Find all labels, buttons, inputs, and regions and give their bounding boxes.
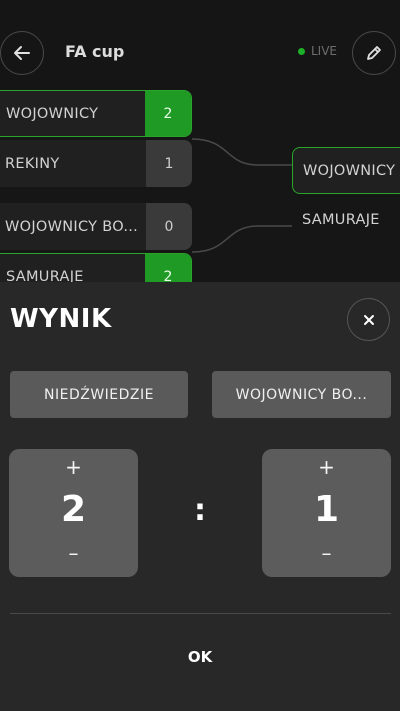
final-team2[interactable]: SAMURAJE — [292, 196, 400, 243]
match2-team1[interactable]: WOJOWNICY BO... 0 — [0, 203, 192, 250]
match1-team1[interactable]: WOJOWNICY 2 — [0, 90, 192, 137]
match1-team2[interactable]: REKINY 1 — [0, 140, 192, 187]
home-score-value: 2 — [60, 489, 87, 530]
divider — [10, 613, 391, 614]
away-score-stepper: + 1 – — [262, 449, 391, 577]
bracket: WOJOWNICY 2 REKINY 1 WOJOWNICY BO... 0 S… — [0, 0, 400, 300]
close-button[interactable] — [347, 298, 390, 341]
team-score: 0 — [146, 203, 192, 250]
team-name: WOJOWNICY — [6, 105, 99, 122]
team-score: 2 — [145, 91, 191, 136]
away-minus-button[interactable]: – — [262, 541, 391, 565]
away-score-value: 1 — [313, 489, 340, 530]
home-score-stepper: + 2 – — [9, 449, 138, 577]
ok-button[interactable]: OK — [150, 637, 250, 677]
score-sheet: WYNIK NIEDŹWIEDZIE WOJOWNICY BO... + 2 –… — [0, 282, 400, 711]
final-team1[interactable]: WOJOWNICY — [292, 147, 400, 194]
home-minus-button[interactable]: – — [9, 541, 138, 565]
team-score: 1 — [146, 140, 192, 187]
home-plus-button[interactable]: + — [9, 455, 138, 479]
team-name: WOJOWNICY — [303, 162, 396, 179]
team-name: SAMURAJE — [302, 211, 380, 228]
away-team-button[interactable]: WOJOWNICY BO... — [212, 371, 391, 418]
sheet-title: WYNIK — [10, 304, 112, 334]
home-team-button[interactable]: NIEDŹWIEDZIE — [10, 371, 188, 418]
score-separator: : — [194, 493, 206, 528]
away-plus-button[interactable]: + — [262, 455, 391, 479]
team-name: WOJOWNICY BO... — [5, 218, 139, 235]
close-icon — [363, 314, 374, 325]
team-name: REKINY — [5, 155, 60, 172]
